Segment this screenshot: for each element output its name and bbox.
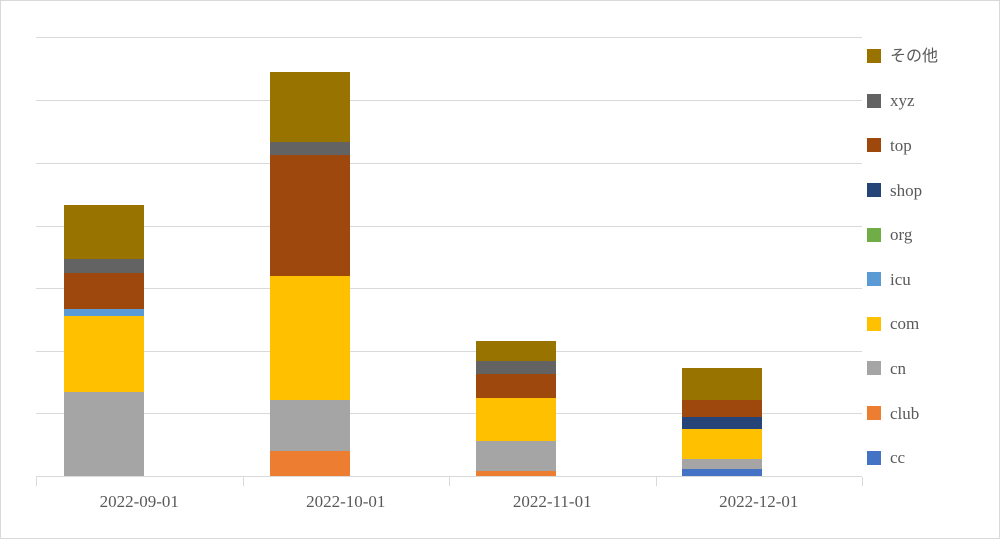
bar-segment-club[interactable]	[476, 471, 556, 476]
bars-layer	[36, 37, 862, 477]
legend-label: top	[890, 135, 912, 155]
bar-segment-top[interactable]	[270, 155, 350, 276]
legend-label: xyz	[890, 91, 915, 111]
legend-swatch-icon	[867, 406, 881, 421]
bar-segment-その他[interactable]	[682, 368, 762, 400]
legend-label: その他	[890, 46, 939, 66]
legend-swatch-icon	[867, 361, 881, 376]
legend-item-icu[interactable]: icu	[867, 257, 993, 302]
bar-segment-cn[interactable]	[64, 392, 144, 476]
legend-swatch-icon	[867, 183, 881, 198]
legend-swatch-icon	[867, 93, 881, 108]
bar-segment-cc[interactable]	[682, 469, 762, 476]
legend-swatch-icon	[867, 450, 881, 465]
legend-item-com[interactable]: com	[867, 302, 993, 347]
bar-segment-cn[interactable]	[270, 400, 350, 451]
chart-container: 2022-09-01 2022-10-01 2022-11-01 2022-12-01…	[0, 0, 1000, 539]
bar-segment-top[interactable]	[476, 374, 556, 398]
bar-segment-xyz[interactable]	[270, 142, 350, 155]
legend-item-shop[interactable]: shop	[867, 168, 993, 213]
legend-label: org	[890, 225, 913, 245]
bar-segment-com[interactable]	[476, 398, 556, 441]
legend-item-club[interactable]: club	[867, 391, 993, 436]
bar-segment-com[interactable]	[270, 276, 350, 400]
bar-2022-12-01[interactable]	[682, 368, 762, 476]
bar-segment-その他[interactable]	[476, 341, 556, 361]
bar-segment-その他[interactable]	[270, 72, 350, 142]
legend-item-その他[interactable]: その他	[867, 34, 993, 79]
legend-swatch-icon	[867, 272, 881, 287]
legend-swatch-icon	[867, 138, 881, 153]
x-axis-label-3: 2022-12-01	[719, 492, 799, 511]
bar-segment-club[interactable]	[270, 451, 350, 476]
bar-segment-com[interactable]	[682, 429, 762, 459]
x-axis-label-2: 2022-11-01	[512, 492, 592, 511]
legend-swatch-icon	[867, 227, 881, 242]
legend-label: icu	[890, 269, 911, 289]
legend-swatch-icon	[867, 316, 881, 331]
bar-2022-09-01[interactable]	[64, 205, 144, 476]
bar-segment-icu[interactable]	[64, 309, 144, 316]
bar-segment-xyz[interactable]	[476, 361, 556, 374]
bar-segment-shop[interactable]	[682, 417, 762, 429]
legend-label: cn	[890, 358, 907, 378]
legend-label: shop	[890, 180, 923, 200]
legend-swatch-icon	[867, 49, 881, 64]
bar-segment-top[interactable]	[64, 273, 144, 309]
bar-segment-top[interactable]	[682, 400, 762, 417]
legend-item-org[interactable]: org	[867, 212, 993, 257]
legend-label: com	[890, 314, 920, 334]
bar-segment-その他[interactable]	[64, 205, 144, 259]
bar-2022-10-01[interactable]	[270, 72, 350, 476]
legend-item-cc[interactable]: cc	[867, 435, 993, 480]
bar-2022-11-01[interactable]	[476, 341, 556, 476]
bar-segment-cn[interactable]	[476, 441, 556, 471]
x-axis-label-0: 2022-09-01	[99, 492, 179, 511]
bar-segment-com[interactable]	[64, 316, 144, 392]
chart-legend: その他 xyz top shop org icu com cn club cc	[867, 34, 993, 480]
legend-item-xyz[interactable]: xyz	[867, 79, 993, 124]
x-axis-labels: 2022-09-01 2022-10-01 2022-11-01 2022-12-01	[36, 485, 862, 519]
bar-segment-xyz[interactable]	[64, 259, 144, 273]
legend-label: cc	[890, 448, 906, 468]
x-axis-label-1: 2022-10-01	[306, 492, 386, 511]
legend-item-cn[interactable]: cn	[867, 346, 993, 391]
bar-segment-cn[interactable]	[682, 459, 762, 469]
x-axis-tick	[862, 477, 863, 486]
legend-item-top[interactable]: top	[867, 123, 993, 168]
legend-label: club	[890, 403, 920, 423]
